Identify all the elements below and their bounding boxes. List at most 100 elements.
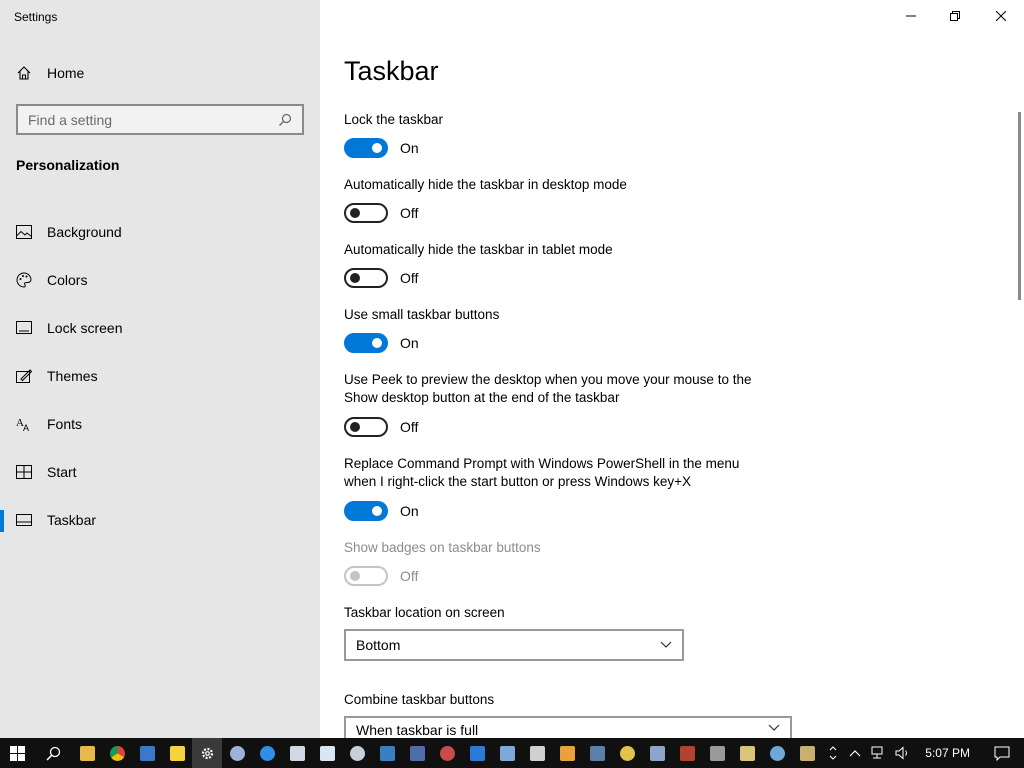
setting-label-powershell: Replace Command Prompt with Windows Powe… — [344, 456, 740, 489]
document-app-icon — [739, 745, 755, 761]
badges-toggle — [344, 566, 388, 586]
app-button[interactable] — [522, 738, 552, 768]
lock-taskbar-toggle[interactable] — [344, 138, 388, 158]
app-button[interactable] — [432, 738, 462, 768]
app-button[interactable] — [402, 738, 432, 768]
notepad-button[interactable] — [312, 738, 342, 768]
scrollbar-thumb[interactable] — [1018, 112, 1021, 300]
sidebar-item-start[interactable]: Start — [0, 448, 320, 496]
home-icon — [17, 66, 31, 80]
cloud-app-icon — [229, 745, 245, 761]
system-tray: 5:07 PM — [823, 738, 1024, 768]
globe-app-icon — [619, 745, 635, 761]
start-button[interactable] — [0, 738, 34, 768]
windows-taskbar: 5:07 PM — [0, 738, 1024, 768]
small-buttons-toggle[interactable] — [344, 333, 388, 353]
sidebar-item-background[interactable]: Background — [0, 208, 320, 256]
app-button[interactable] — [612, 738, 642, 768]
toggle-knob — [350, 208, 360, 218]
app-button[interactable] — [642, 738, 672, 768]
internet-explorer-button[interactable] — [252, 738, 282, 768]
sidebar-item-label: Colors — [47, 272, 88, 288]
magnifier-app-icon — [769, 745, 785, 761]
peek-toggle[interactable] — [344, 417, 388, 437]
sidebar-item-colors[interactable]: Colors — [0, 256, 320, 304]
toggle-state: Off — [400, 205, 419, 221]
section-title: Personalization — [16, 157, 120, 173]
toggle-row-badges: Off — [344, 566, 418, 586]
location-label: Taskbar location on screen — [344, 605, 505, 620]
svg-text:A: A — [23, 423, 29, 432]
scanner-app-icon — [709, 745, 725, 761]
app-button[interactable] — [552, 738, 582, 768]
toggle-knob — [350, 422, 360, 432]
app-button[interactable] — [672, 738, 702, 768]
clock[interactable]: 5:07 PM — [915, 746, 980, 760]
app-button[interactable] — [792, 738, 822, 768]
search-icon[interactable] — [278, 113, 292, 127]
sidebar-item-lock-screen[interactable]: Lock screen — [0, 304, 320, 352]
location-dropdown[interactable]: Bottom — [344, 629, 684, 661]
powershell-toggle[interactable] — [344, 501, 388, 521]
show-hidden-icons-button[interactable] — [843, 738, 867, 768]
toggle-knob — [372, 506, 382, 516]
notification-icon — [994, 746, 1010, 761]
app-button[interactable] — [282, 738, 312, 768]
sidebar-item-taskbar[interactable]: Taskbar — [0, 496, 320, 544]
sidebar-item-label: Lock screen — [47, 320, 123, 336]
app-button[interactable] — [342, 738, 372, 768]
toggle-state: Off — [400, 419, 419, 435]
sidebar-item-label: Fonts — [47, 416, 83, 432]
app-button[interactable] — [372, 738, 402, 768]
search-input[interactable] — [28, 111, 278, 128]
app-icon — [349, 745, 365, 761]
red-app-icon — [439, 745, 455, 761]
sidebar-item-label: Taskbar — [47, 512, 97, 528]
app-button[interactable] — [222, 738, 252, 768]
setting-label-small-buttons: Use small taskbar buttons — [344, 307, 500, 322]
location-value: Bottom — [356, 637, 401, 653]
sticky-notes-icon — [169, 745, 185, 761]
toggle-row-autohide-tablet: Off — [344, 268, 418, 288]
computer-app-icon — [649, 745, 665, 761]
windows-app-icon — [409, 745, 425, 761]
app-button[interactable] — [732, 738, 762, 768]
setting-label-autohide-tablet: Automatically hide the taskbar in tablet… — [344, 242, 613, 257]
app-button[interactable] — [702, 738, 732, 768]
app-button[interactable] — [582, 738, 612, 768]
toggle-row-lock-taskbar: On — [344, 138, 419, 158]
app-button[interactable] — [462, 738, 492, 768]
internet-explorer-icon — [259, 745, 275, 761]
toggle-state: On — [400, 503, 419, 519]
sidebar-item-themes[interactable]: Themes — [0, 352, 320, 400]
tiles-app-icon — [469, 745, 485, 761]
settings-app-button[interactable] — [192, 738, 222, 768]
network-button[interactable] — [867, 738, 891, 768]
autohide-tablet-toggle[interactable] — [344, 268, 388, 288]
home-link[interactable]: Home — [16, 62, 84, 84]
action-center-button[interactable] — [980, 738, 1024, 768]
app-button[interactable] — [492, 738, 522, 768]
toggle-state: On — [400, 140, 419, 156]
chrome-button[interactable] — [102, 738, 132, 768]
app-button[interactable] — [132, 738, 162, 768]
toggle-knob — [350, 273, 360, 283]
sidebar-item-fonts[interactable]: AA Fonts — [0, 400, 320, 448]
sidebar-item-label: Background — [47, 224, 122, 240]
taskbar-search-button[interactable] — [34, 738, 72, 768]
notepad-icon — [319, 745, 335, 761]
volume-button[interactable] — [891, 738, 915, 768]
setting-label-peek: Use Peek to preview the desktop when you… — [344, 372, 752, 405]
file-explorer-button[interactable] — [72, 738, 102, 768]
sticky-notes-button[interactable] — [162, 738, 192, 768]
app-button[interactable] — [762, 738, 792, 768]
autohide-desktop-toggle[interactable] — [344, 203, 388, 223]
combine-dropdown[interactable]: When taskbar is full — [344, 716, 792, 740]
main-content: Taskbar Lock the taskbar On Automaticall… — [344, 0, 1004, 740]
toggle-state: Off — [400, 568, 419, 584]
toggle-knob — [372, 338, 382, 348]
home-label: Home — [47, 65, 85, 81]
taskbar-scroll-button[interactable] — [823, 738, 843, 768]
search-box[interactable] — [16, 104, 304, 135]
setting-label-lock-taskbar: Lock the taskbar — [344, 112, 444, 127]
